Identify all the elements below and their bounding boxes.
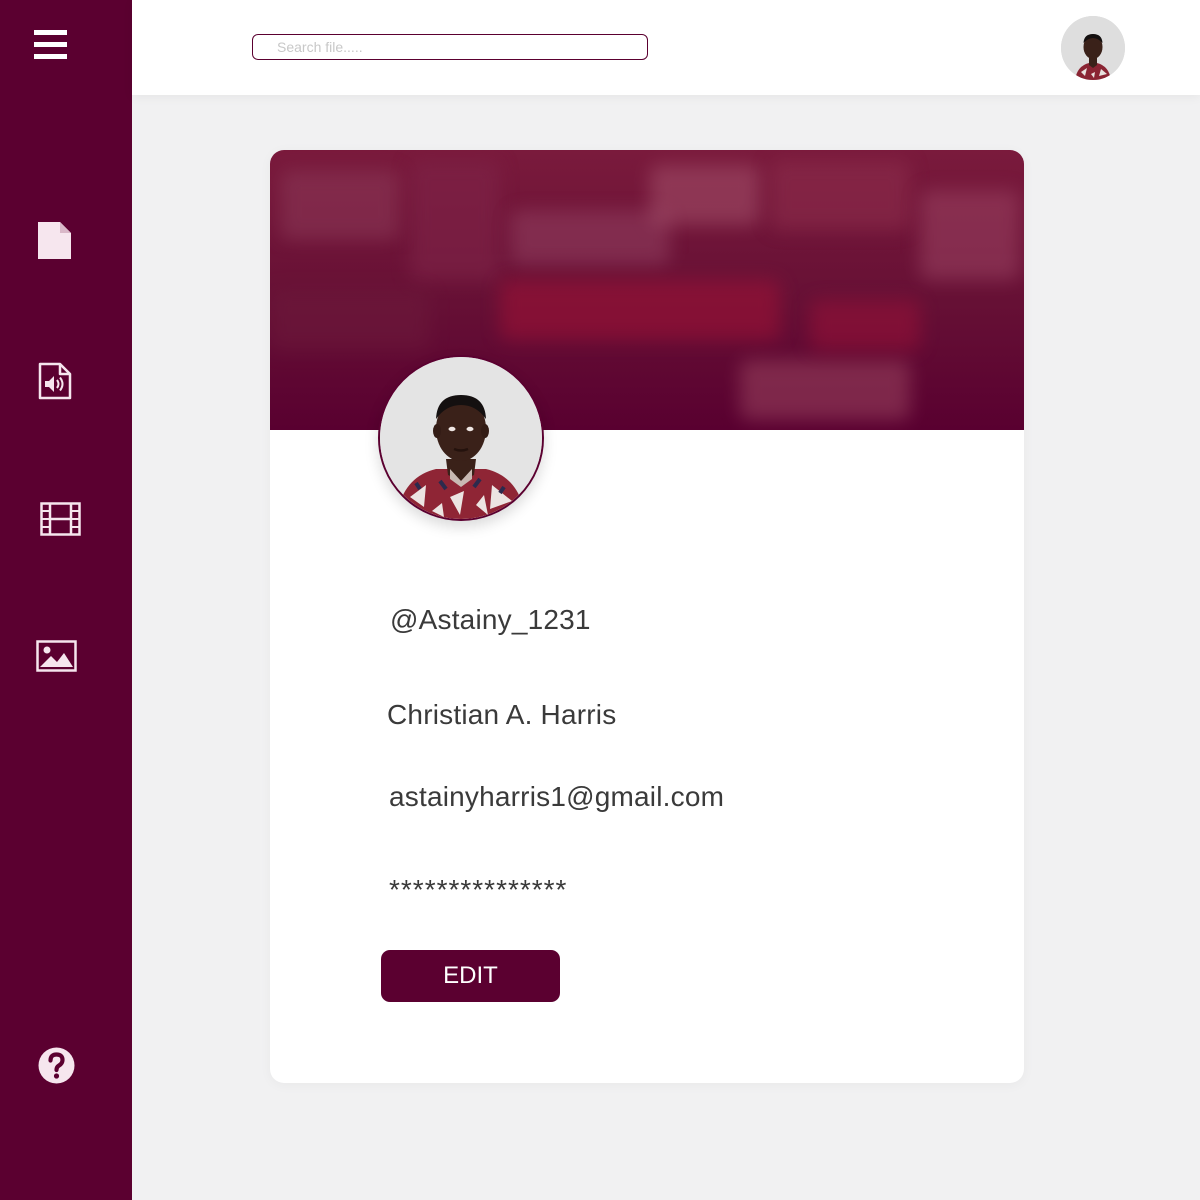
user-avatar-image (1061, 16, 1125, 80)
image-icon[interactable] (36, 640, 77, 672)
user-avatar[interactable] (1061, 16, 1125, 80)
profile-avatar[interactable] (378, 355, 544, 521)
profile-card: @Astainy_1231 Christian A. Harris astain… (270, 150, 1024, 1083)
password-mask-text: *************** (389, 874, 568, 905)
profile-banner (270, 150, 1024, 430)
email-text: astainyharris1@gmail.com (389, 781, 725, 812)
edit-button[interactable]: EDIT (381, 950, 560, 1002)
username-text: @Astainy_1231 (390, 604, 591, 635)
sidebar (0, 0, 132, 1200)
help-icon[interactable] (38, 1047, 75, 1084)
top-bar (132, 0, 1200, 95)
audio-file-icon[interactable] (38, 362, 72, 400)
full-name-text: Christian A. Harris (387, 699, 617, 730)
search-input[interactable] (252, 34, 648, 60)
profile-avatar-image (380, 357, 542, 519)
hamburger-menu-icon[interactable] (34, 30, 67, 60)
film-icon[interactable] (40, 502, 81, 536)
document-icon[interactable] (38, 222, 71, 259)
